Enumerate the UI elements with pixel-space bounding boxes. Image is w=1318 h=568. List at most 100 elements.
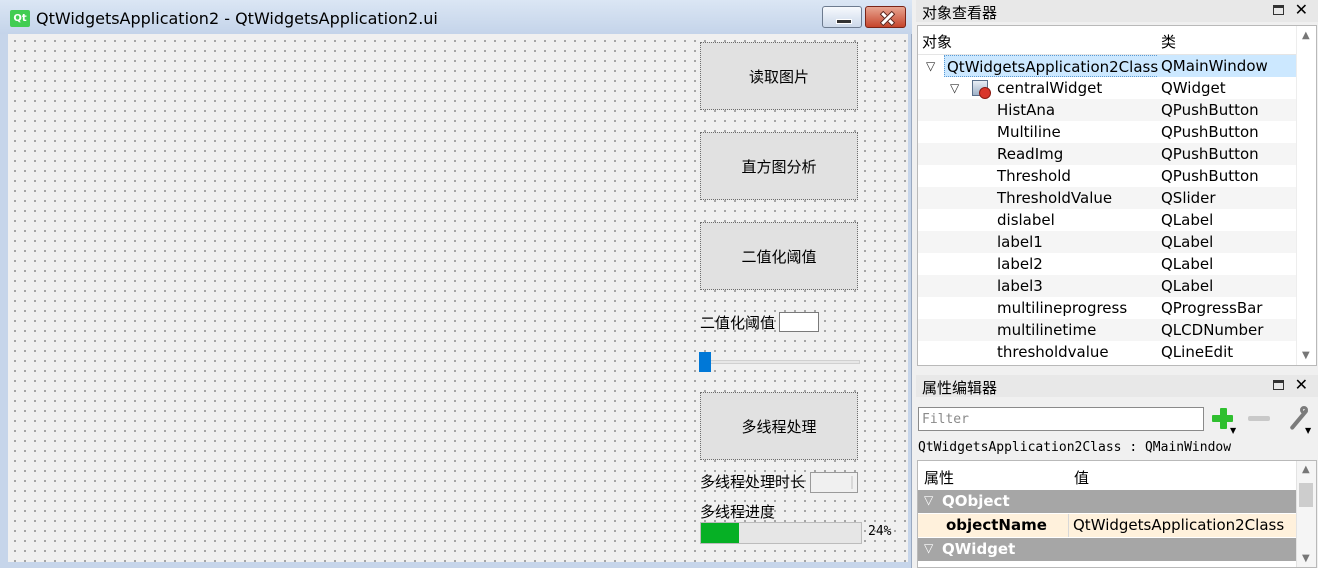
property-editor-header[interactable]: 属性编辑器 ✕: [916, 375, 1318, 397]
property-group-qwidget[interactable]: ▽ QWidget: [918, 538, 1296, 561]
tree-scrollbar[interactable]: ▲ ▼: [1296, 26, 1316, 365]
multithread-button[interactable]: 多线程处理: [700, 392, 858, 460]
tree-row[interactable]: ReadImg QPushButton: [918, 143, 1298, 165]
multithread-progress-label: 多线程进度: [700, 503, 776, 521]
tree-row-central[interactable]: ▽ centralWidget QWidget: [918, 77, 1298, 99]
tree-item-class: QLineEdit: [1161, 343, 1234, 361]
chevron-down-icon[interactable]: ▽: [950, 77, 959, 99]
close-dock-icon[interactable]: ✕: [1295, 1, 1308, 19]
property-row-objectname[interactable]: objectName QtWidgetsApplication2Class: [918, 514, 1296, 537]
column-header-value[interactable]: 值: [1074, 467, 1089, 488]
tree-row[interactable]: HistAna QPushButton: [918, 99, 1298, 121]
form-window: Qt QtWidgetsApplication2 - QtWidgetsAppl…: [0, 0, 912, 568]
tree-row[interactable]: multilineprogress QProgressBar: [918, 297, 1298, 319]
tree-item-name: ThresholdValue: [997, 189, 1113, 207]
tree-item-class: QLCDNumber: [1161, 321, 1264, 339]
tree-item-class: QPushButton: [1161, 145, 1259, 163]
qt-logo-icon: Qt: [10, 10, 30, 27]
property-group-label: QObject: [942, 492, 1010, 510]
tree-row[interactable]: label3 QLabel: [918, 275, 1298, 297]
property-value[interactable]: QtWidgetsApplication2Class: [1068, 514, 1284, 537]
threshold-slider[interactable]: [700, 360, 860, 364]
tree-item-class: QPushButton: [1161, 167, 1259, 185]
tree-row[interactable]: Threshold QPushButton: [918, 165, 1298, 187]
property-group-qobject[interactable]: ▽ QObject: [918, 490, 1296, 513]
tree-item-name: dislabel: [997, 211, 1055, 229]
tree-item-name: QtWidgetsApplication2Class: [944, 55, 1162, 77]
tree-item-class: QLabel: [1161, 211, 1214, 229]
minimize-button[interactable]: [822, 6, 862, 28]
property-editor-title: 属性编辑器: [922, 379, 998, 397]
chevron-down-icon[interactable]: ▽: [924, 493, 933, 507]
tree-item-class: QLabel: [1161, 233, 1214, 251]
scrollbar-thumb[interactable]: [1299, 483, 1313, 507]
float-dock-icon[interactable]: [1273, 380, 1284, 390]
tree-item-name: label1: [997, 233, 1043, 251]
multithread-time-lcd[interactable]: [810, 472, 858, 493]
scroll-down-icon[interactable]: ▼: [1302, 553, 1310, 564]
column-header-object[interactable]: 对象: [922, 31, 952, 52]
tree-row[interactable]: dislabel QLabel: [918, 209, 1298, 231]
column-header-class[interactable]: 类: [1161, 31, 1176, 52]
tree-item-class: QSlider: [1161, 189, 1216, 207]
column-header-property[interactable]: 属性: [924, 467, 954, 488]
tree-item-name: multilinetime: [997, 321, 1097, 339]
dropdown-arrow-icon[interactable]: ▼: [1230, 426, 1236, 435]
threshold-label: 二值化阈值: [700, 314, 776, 332]
object-inspector-header[interactable]: 对象查看器 ✕: [916, 0, 1318, 22]
minus-icon[interactable]: [1248, 416, 1270, 421]
scroll-up-icon[interactable]: ▲: [1302, 464, 1310, 475]
tree-row[interactable]: ThresholdValue QSlider: [918, 187, 1298, 209]
tree-item-class: QLabel: [1161, 255, 1214, 273]
property-table-header: 属性 值: [918, 461, 1298, 491]
property-name: objectName: [946, 516, 1047, 534]
property-filter-input[interactable]: [918, 407, 1204, 431]
binarize-button[interactable]: 二值化阈值: [700, 222, 858, 290]
tree-item-name: Multiline: [997, 123, 1061, 141]
threshold-value-field[interactable]: [779, 312, 819, 332]
property-table[interactable]: 属性 值 ▽ QObject objectName QtWidgetsAppli…: [917, 460, 1317, 568]
tree-item-class: QPushButton: [1161, 123, 1259, 141]
multithread-time-label: 多线程处理时长: [700, 473, 806, 491]
tree-item-name: thresholdvalue: [997, 343, 1109, 361]
close-dock-icon[interactable]: ✕: [1295, 376, 1308, 394]
tree-row-root[interactable]: ▽ QtWidgetsApplication2Class QMainWindow: [918, 55, 1298, 77]
object-inspector-title: 对象查看器: [922, 4, 998, 22]
scroll-down-icon[interactable]: ▼: [1302, 350, 1310, 361]
tree-item-name: multilineprogress: [997, 299, 1128, 317]
tree-item-class: QLabel: [1161, 277, 1214, 295]
object-tree[interactable]: 对象 类 ▽ QtWidgetsApplication2Class QMainW…: [917, 25, 1317, 366]
tree-row[interactable]: label1 QLabel: [918, 231, 1298, 253]
selected-object-caption: QtWidgetsApplication2Class : QMainWindow: [918, 440, 1232, 455]
chevron-down-icon[interactable]: ▽: [924, 541, 933, 555]
object-tree-header: 对象 类: [918, 26, 1298, 55]
tree-item-name: label3: [997, 277, 1043, 295]
tree-item-class: QWidget: [1161, 79, 1226, 97]
property-group-label: QWidget: [942, 540, 1016, 558]
form-canvas[interactable]: 读取图片 直方图分析 二值化阈值 二值化阈值 多线程处理 多线程处理时长 多线程…: [8, 34, 908, 562]
tree-item-name: ReadImg: [997, 145, 1064, 163]
form-title: QtWidgetsApplication2 - QtWidgetsApplica…: [36, 9, 438, 28]
close-button[interactable]: [865, 6, 906, 28]
tree-item-name: label2: [997, 255, 1043, 273]
tree-item-class: QPushButton: [1161, 101, 1259, 119]
chevron-down-icon[interactable]: ▽: [926, 55, 935, 77]
scroll-up-icon[interactable]: ▲: [1302, 30, 1310, 41]
form-titlebar[interactable]: Qt QtWidgetsApplication2 - QtWidgetsAppl…: [0, 0, 912, 34]
threshold-slider-handle[interactable]: [699, 352, 711, 372]
widget-icon: [972, 80, 991, 99]
multithread-progress-bar[interactable]: [700, 522, 862, 544]
progress-percent: 24%: [868, 524, 892, 539]
read-image-button[interactable]: 读取图片: [700, 42, 858, 110]
tree-row[interactable]: Multiline QPushButton: [918, 121, 1298, 143]
tree-item-name: centralWidget: [997, 79, 1103, 97]
float-dock-icon[interactable]: [1273, 5, 1284, 15]
histogram-button[interactable]: 直方图分析: [700, 132, 858, 200]
tree-row[interactable]: label2 QLabel: [918, 253, 1298, 275]
tree-item-name: HistAna: [997, 101, 1056, 119]
tree-row[interactable]: thresholdvalue QLineEdit: [918, 341, 1298, 363]
tree-item-name: Threshold: [997, 167, 1071, 185]
tree-row[interactable]: multilinetime QLCDNumber: [918, 319, 1298, 341]
dropdown-arrow-icon[interactable]: ▼: [1305, 426, 1311, 435]
property-scrollbar[interactable]: ▲ ▼: [1296, 461, 1316, 567]
